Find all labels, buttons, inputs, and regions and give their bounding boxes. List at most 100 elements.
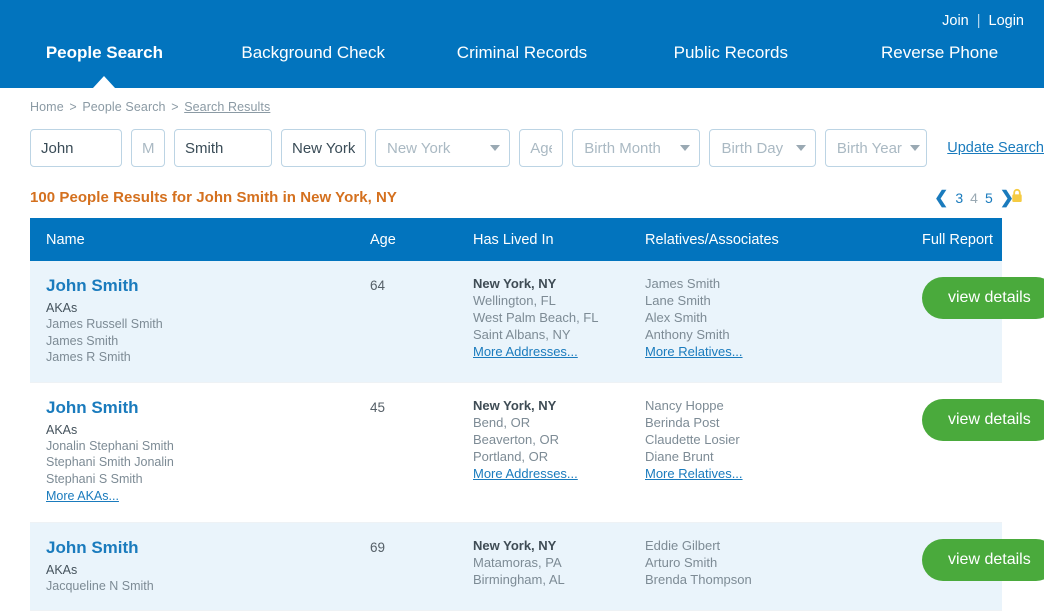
birth-year-select[interactable]: Birth Year [825,129,927,167]
result-age-cell: 45 [370,397,473,506]
relative-name: Anthony Smith [645,326,922,343]
more-akas-link[interactable]: More AKAs... [46,488,119,506]
breadcrumb-arrow-icon: > [169,100,180,114]
update-search-link[interactable]: Update Search [947,140,1044,156]
city-input[interactable] [281,129,366,167]
person-name-link[interactable]: John Smith [46,397,370,418]
chevron-down-icon [910,145,920,151]
breadcrumb-people-search[interactable]: People Search [82,100,165,114]
nav-label: Background Check [241,43,385,62]
column-header-has-lived-in: Has Lived In [473,232,645,248]
breadcrumb-home[interactable]: Home [30,100,64,114]
person-name-link[interactable]: John Smith [46,537,370,558]
relative-name: James Smith [645,275,922,292]
relative-name: Nancy Hoppe [645,397,922,414]
birth-year-value: Birth Year [837,140,902,157]
akas-label: AKAs [46,422,370,438]
aka-name: James Russell Smith [46,316,370,333]
result-relatives-cell: Nancy Hoppe Berinda Post Claudette Losie… [645,397,922,506]
relative-name: Diane Brunt [645,448,922,465]
aka-name: Stephani S Smith [46,471,370,488]
breadcrumb-arrow-icon: > [67,100,78,114]
nav-item-criminal-records[interactable]: Criminal Records [418,42,627,64]
address: Saint Albans, NY [473,326,645,343]
column-header-name: Name [30,232,370,248]
result-addresses-cell: New York, NY Wellington, FL West Palm Be… [473,275,645,366]
result-report-cell: view details [922,275,1002,366]
relative-name: Brenda Thompson [645,571,922,588]
page-button-5[interactable]: 5 [985,190,993,206]
nav-item-background-check[interactable]: Background Check [209,42,418,64]
view-details-button[interactable]: view details [922,399,1044,441]
view-details-button[interactable]: view details [922,539,1044,581]
active-nav-pointer-icon [93,76,115,88]
address: Beaverton, OR [473,431,645,448]
middle-initial-input[interactable] [131,129,165,167]
breadcrumb-search-results[interactable]: Search Results [184,100,270,114]
address: Portland, OR [473,448,645,465]
state-select[interactable]: New York [375,129,510,167]
address-primary: New York, NY [473,397,645,414]
column-header-full-report: Full Report [922,232,1002,248]
result-addresses-cell: New York, NY Matamoras, PA Birmingham, A… [473,537,645,595]
person-name-link[interactable]: John Smith [46,275,370,296]
age-value: 69 [370,537,473,558]
nav-label: Criminal Records [457,43,587,62]
aka-name: James R Smith [46,349,370,366]
relative-name: Berinda Post [645,414,922,431]
result-name-cell: John Smith AKAs James Russell Smith Jame… [30,275,370,366]
page-content: Home > People Search > Search Results Ne… [0,88,1044,611]
nav-item-reverse-phone[interactable]: Reverse Phone [835,42,1044,64]
login-link[interactable]: Login [989,13,1024,29]
more-relatives-link[interactable]: More Relatives... [645,465,743,483]
results-table: Name Age Has Lived In Relatives/Associat… [30,218,1002,611]
state-select-value: New York [387,140,450,157]
column-header-age: Age [370,232,473,248]
first-name-input[interactable] [30,129,122,167]
more-addresses-link[interactable]: More Addresses... [473,343,578,361]
nav-item-people-search[interactable]: People Search [0,42,209,64]
nav-item-public-records[interactable]: Public Records [626,42,835,64]
nav-label: People Search [46,43,163,62]
address: Matamoras, PA [473,554,645,571]
search-form: New York Birth Month Birth Day Birth Yea… [0,114,1044,167]
relative-name: Eddie Gilbert [645,537,922,554]
result-report-cell: view details [922,537,1002,595]
birth-month-select[interactable]: Birth Month [572,129,700,167]
table-header-row: Name Age Has Lived In Relatives/Associat… [30,218,1002,261]
relative-name: Alex Smith [645,309,922,326]
relative-name: Claudette Losier [645,431,922,448]
result-addresses-cell: New York, NY Bend, OR Beaverton, OR Port… [473,397,645,506]
address-primary: New York, NY [473,537,645,554]
relative-name: Lane Smith [645,292,922,309]
aka-name: James Smith [46,333,370,350]
age-value: 64 [370,275,473,296]
address: Birmingham, AL [473,571,645,588]
page-button-4-current: 4 [970,190,978,206]
birth-day-value: Birth Day [721,140,783,157]
result-relatives-cell: James Smith Lane Smith Alex Smith Anthon… [645,275,922,366]
birth-month-value: Birth Month [584,140,661,157]
birth-day-select[interactable]: Birth Day [709,129,815,167]
akas-label: AKAs [46,300,370,316]
account-separator: | [977,13,981,29]
result-age-cell: 64 [370,275,473,366]
last-name-input[interactable] [174,129,272,167]
table-row: John Smith AKAs James Russell Smith Jame… [30,261,1002,383]
lock-icon [1008,187,1026,205]
chevron-down-icon [490,145,500,151]
view-details-button[interactable]: view details [922,277,1044,319]
age-input[interactable] [519,129,563,167]
table-row: John Smith AKAs Jacqueline N Smith 69 Ne… [30,523,1002,611]
prev-page-button[interactable]: ❮ [934,189,948,206]
main-navigation: People Search Background Check Criminal … [0,42,1044,64]
akas-label: AKAs [46,562,370,578]
relative-name: Arturo Smith [645,554,922,571]
more-addresses-link[interactable]: More Addresses... [473,465,578,483]
results-header: 100 People Results for John Smith in New… [0,167,1044,206]
join-link[interactable]: Join [942,13,969,29]
result-name-cell: John Smith AKAs Jonalin Stephani Smith S… [30,397,370,506]
age-value: 45 [370,397,473,418]
more-relatives-link[interactable]: More Relatives... [645,343,743,361]
page-button-3[interactable]: 3 [955,190,963,206]
